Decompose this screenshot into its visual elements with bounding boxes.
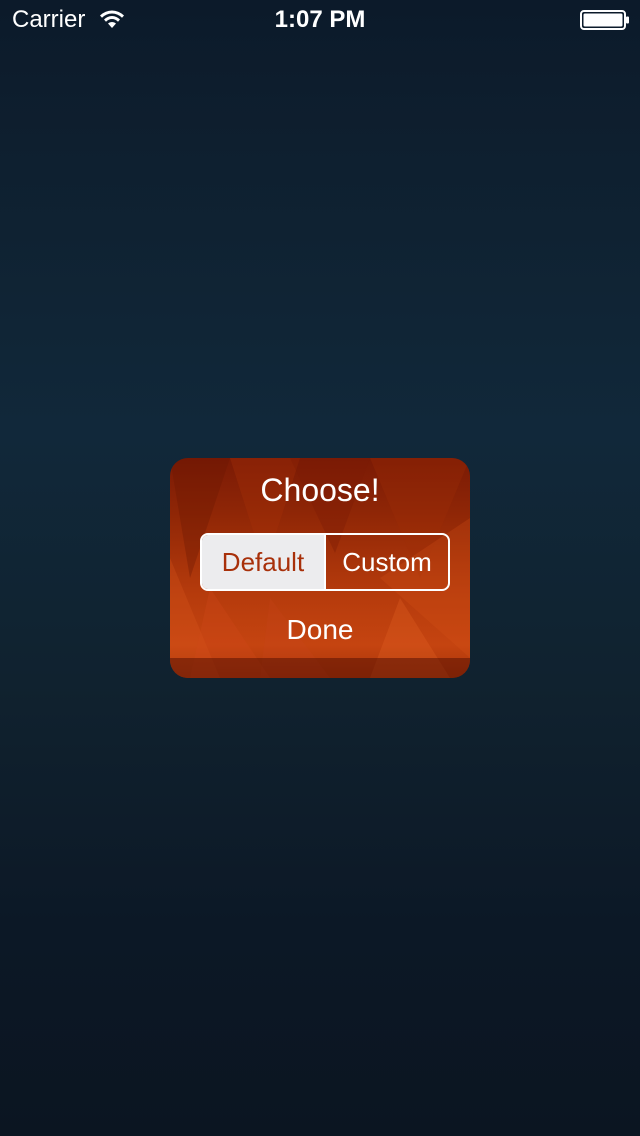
dialog-title: Choose! — [260, 472, 380, 508]
status-time: 1:07 PM — [274, 6, 366, 33]
dialog-footer — [170, 658, 470, 678]
segment-custom[interactable]: Custom — [324, 535, 448, 589]
battery-icon — [580, 10, 629, 30]
segment-default[interactable]: Default — [202, 535, 324, 589]
done-button[interactable]: Done — [170, 613, 470, 647]
choose-dialog: Choose! Default Custom Done — [170, 458, 470, 678]
segmented-control[interactable]: Default Custom — [200, 533, 450, 591]
status-bar: Carrier 1:07 PM — [0, 0, 640, 40]
